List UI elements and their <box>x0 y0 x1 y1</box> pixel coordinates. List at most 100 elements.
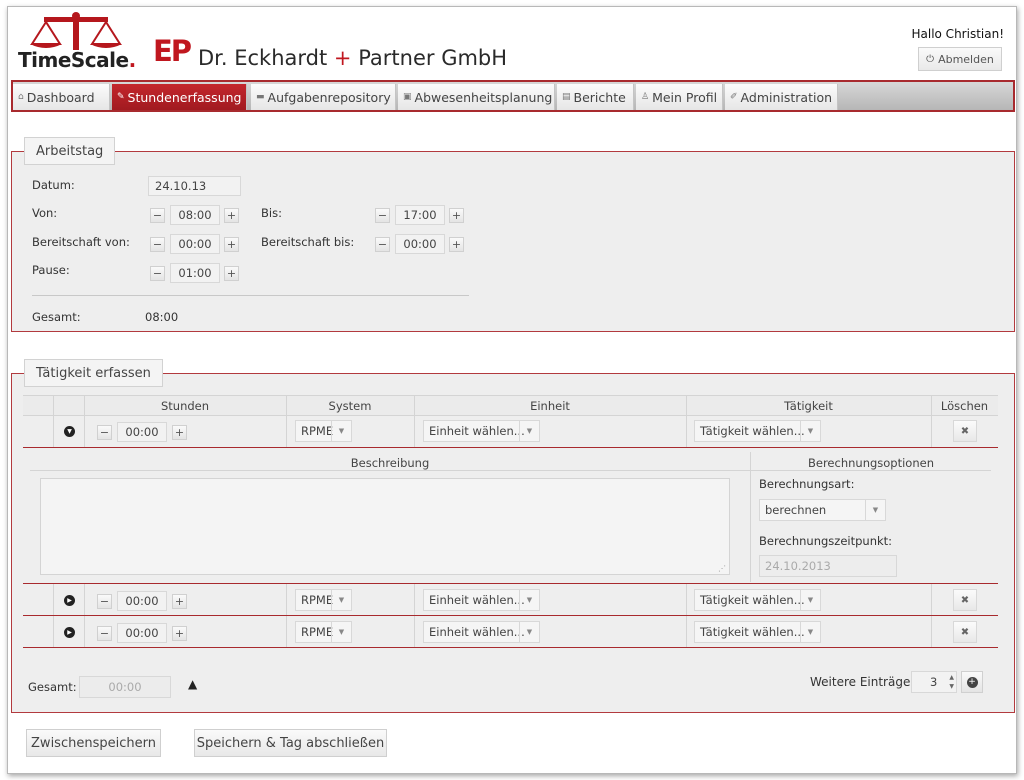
berechnungsart-label: Berechnungsart: <box>759 477 855 491</box>
home-icon: ⌂ <box>18 92 24 102</box>
system-select[interactable]: RPME ▼ <box>295 621 352 643</box>
stunden-increment-button[interactable]: + <box>172 594 187 609</box>
nav-label: Berichte <box>573 89 626 105</box>
stunden-increment-button[interactable]: + <box>172 626 187 641</box>
einheit-select[interactable]: Einheit wählen... ▼ <box>423 420 540 442</box>
nav-item-mein-profil[interactable]: ♙ Mein Profil <box>636 84 723 110</box>
delete-row-button[interactable]: ✖ <box>953 621 977 643</box>
col-separator <box>686 395 687 448</box>
nav-item-dashboard[interactable]: ⌂ Dashboard <box>13 84 110 110</box>
bereitschaft-bis-field[interactable]: 00:00 <box>395 234 445 254</box>
col-einheit: Einheit <box>530 399 570 413</box>
taetigkeit-select[interactable]: Tätigkeit wählen... ▼ <box>694 621 821 643</box>
spinner-arrows-icon[interactable]: ▲ ▼ <box>949 673 954 691</box>
nav-item-abwesenheitsplanung[interactable]: ▣ Abwesenheitsplanung <box>398 84 555 110</box>
bereitschaft-bis-decrement-button[interactable]: − <box>375 237 390 252</box>
nav-item-aufgabenrepository[interactable]: ▬ Aufgabenrepository <box>251 84 396 110</box>
taetigkeit-legend: Tätigkeit erfassen <box>24 359 163 387</box>
berechnungszeitpunkt-label: Berechnungszeitpunkt: <box>759 534 893 548</box>
system-select[interactable]: RPME ▼ <box>295 420 352 442</box>
system-select[interactable]: RPME ▼ <box>295 589 352 611</box>
datum-field[interactable]: 24.10.13 <box>148 176 241 196</box>
taetigkeit-gesamt-label: Gesamt: <box>28 680 77 694</box>
logout-button[interactable]: ⏻ Abmelden <box>918 47 1002 71</box>
chevron-down-icon: ▼ <box>800 421 820 441</box>
pause-decrement-button[interactable]: − <box>150 266 165 281</box>
chevron-down-icon: ▼ <box>800 622 820 642</box>
system-select-value: RPME <box>301 625 334 639</box>
delete-row-button[interactable]: ✖ <box>953 420 977 442</box>
bis-decrement-button[interactable]: − <box>375 208 390 223</box>
taetigkeit-select[interactable]: Tätigkeit wählen... ▼ <box>694 589 821 611</box>
nav-label: Administration <box>740 89 833 105</box>
berechnungsoptionen-header: Berechnungsoptionen <box>807 456 934 470</box>
expand-row-icon[interactable]: ▶ <box>64 595 75 606</box>
add-entries-button[interactable]: + <box>961 671 983 693</box>
report-icon: ▤ <box>562 92 571 102</box>
col-taetigkeit: Tätigkeit <box>784 399 833 413</box>
nav-item-administration[interactable]: ✐ Administration <box>725 84 838 110</box>
delete-row-button[interactable]: ✖ <box>953 589 977 611</box>
col-loeschen: Löschen <box>940 399 989 413</box>
weitere-eintraege-label: Weitere Einträge: <box>810 675 915 689</box>
einheit-select-value: Einheit wählen... <box>429 625 525 639</box>
bereitschaft-von-decrement-button[interactable]: − <box>150 237 165 252</box>
close-icon: ✖ <box>960 594 970 606</box>
logo-text: TimeScale <box>18 48 129 72</box>
beschreibung-textarea[interactable]: ⋰ <box>40 478 730 575</box>
stunden-increment-button[interactable]: + <box>172 425 187 440</box>
einheit-select[interactable]: Einheit wählen... ▼ <box>423 589 540 611</box>
pause-field[interactable]: 01:00 <box>170 263 220 283</box>
taetigkeit-select[interactable]: Tätigkeit wählen... ▼ <box>694 420 821 442</box>
von-field[interactable]: 08:00 <box>170 205 220 225</box>
close-icon: ✖ <box>960 425 970 437</box>
pause-label: Pause: <box>32 263 70 277</box>
weitere-eintraege-value: 3 <box>930 675 938 689</box>
nav-item-stundenerfassung[interactable]: ✎ Stundenerfassung <box>112 84 247 110</box>
stunden-field[interactable]: 00:00 <box>117 422 167 442</box>
von-decrement-button[interactable]: − <box>150 208 165 223</box>
arbeitstag-gesamt-label: Gesamt: <box>32 310 81 324</box>
detail-separator <box>750 452 751 582</box>
einheit-select-value: Einheit wählen... <box>429 593 525 607</box>
chevron-down-icon: ▼ <box>331 421 351 441</box>
datum-label: Datum: <box>32 178 75 192</box>
wrench-icon: ✐ <box>730 92 738 102</box>
einheit-select[interactable]: Einheit wählen... ▼ <box>423 621 540 643</box>
bereitschaft-bis-label: Bereitschaft bis: <box>261 235 355 249</box>
chevron-down-icon: ▼ <box>519 622 539 642</box>
stunden-decrement-button[interactable]: − <box>97 626 112 641</box>
bereitschaft-von-increment-button[interactable]: + <box>224 237 239 252</box>
divider <box>32 295 469 296</box>
stunden-decrement-button[interactable]: − <box>97 425 112 440</box>
col-separator <box>84 395 85 448</box>
stunden-field[interactable]: 00:00 <box>117 623 167 643</box>
weitere-eintraege-spinner[interactable]: 3 ▲ ▼ <box>911 671 957 693</box>
folder-icon: ▬ <box>256 92 265 102</box>
nav-label: Mein Profil <box>652 89 718 105</box>
arbeitstag-gesamt-value: 08:00 <box>145 310 179 324</box>
ep-logo: EP <box>153 34 192 68</box>
stunden-field[interactable]: 00:00 <box>117 591 167 611</box>
berechnungsart-select[interactable]: berechnen ▼ <box>759 499 886 521</box>
chevron-down-icon: ▼ <box>519 421 539 441</box>
speichern-abschliessen-button[interactable]: Speichern & Tag abschließen <box>194 729 387 757</box>
chevron-down-icon: ▼ <box>331 622 351 642</box>
zwischenspeichern-button[interactable]: Zwischenspeichern <box>26 729 161 757</box>
von-increment-button[interactable]: + <box>224 208 239 223</box>
warning-icon: ▲ <box>188 677 198 691</box>
resize-handle-icon[interactable]: ⋰ <box>718 564 726 573</box>
bis-increment-button[interactable]: + <box>449 208 464 223</box>
nav-item-berichte[interactable]: ▤ Berichte <box>557 84 634 110</box>
bereitschaft-von-field[interactable]: 00:00 <box>170 234 220 254</box>
chevron-down-icon: ▼ <box>519 590 539 610</box>
pause-increment-button[interactable]: + <box>224 266 239 281</box>
bereitschaft-bis-increment-button[interactable]: + <box>449 237 464 252</box>
collapse-row-icon[interactable]: ▼ <box>64 426 75 437</box>
taetigkeit-select-value: Tätigkeit wählen... <box>700 424 805 438</box>
timescale-logo: TimeScale. <box>18 12 138 76</box>
stunden-decrement-button[interactable]: − <box>97 594 112 609</box>
berechnungszeitpunkt-field[interactable]: 24.10.2013 <box>759 555 897 577</box>
expand-row-icon[interactable]: ▶ <box>64 627 75 638</box>
bis-field[interactable]: 17:00 <box>395 205 445 225</box>
